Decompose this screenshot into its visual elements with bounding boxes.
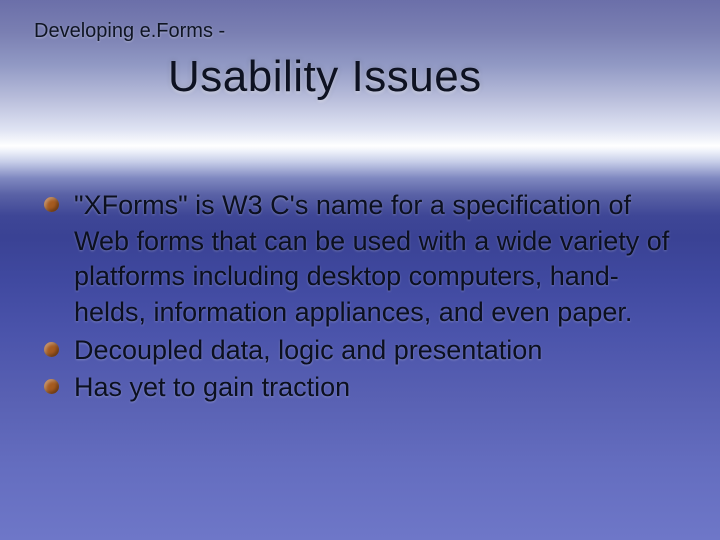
bullet-list: "XForms" is W3 C's name for a specificat… xyxy=(40,188,684,406)
bullet-item: Decoupled data, logic and presentation xyxy=(40,333,684,369)
slide-body: "XForms" is W3 C's name for a specificat… xyxy=(40,188,684,408)
bullet-item: "XForms" is W3 C's name for a specificat… xyxy=(40,188,684,331)
slide: Developing e.Forms - Usability Issues "X… xyxy=(0,0,720,540)
pretitle: Developing e.Forms - xyxy=(34,20,225,43)
slide-title: Usability Issues xyxy=(168,52,482,102)
bullet-item: Has yet to gain traction xyxy=(40,370,684,406)
